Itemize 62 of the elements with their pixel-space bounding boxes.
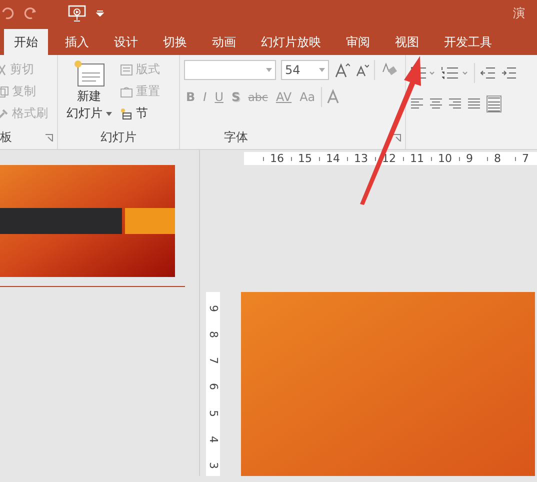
ruler-number: 14 [326,152,340,165]
reset-icon [120,86,133,98]
ruler-number: 9 [206,305,220,312]
ribbon-tab[interactable]: 切换 [155,29,195,55]
ribbon-tab[interactable]: 插入 [57,29,97,55]
ruler-number: 7 [206,357,220,364]
caret-icon [319,68,325,72]
ruler-number: 6 [206,383,220,390]
ribbon-tab[interactable]: 视图 [387,29,427,55]
ribbon-tab[interactable]: 审阅 [338,29,378,55]
scissors-icon [0,64,7,76]
dialog-launcher-icon[interactable] [393,134,401,142]
ruler-number: 9 [466,152,473,165]
font-name-field[interactable] [184,60,276,80]
new-slide-icon [72,60,106,88]
caret-icon [266,68,272,72]
ruler-number: 8 [206,331,220,338]
numbered-list-icon[interactable] [441,66,469,80]
slideshow-icon[interactable] [68,4,86,22]
new-slide-button[interactable]: 新建 幻灯片 [62,60,116,129]
layout-icon [120,64,133,76]
dialog-launcher-icon[interactable] [45,134,53,142]
ruler-number: 15 [298,152,312,165]
align-left-icon[interactable] [410,98,424,110]
ribbon-tab[interactable]: 开始 [4,29,48,55]
ruler-number: 4 [206,436,220,443]
font-size-field[interactable]: 54 [281,60,329,80]
slide-thumbnail[interactable] [0,165,175,277]
group-label: 字体 [224,129,248,146]
ribbon-tab[interactable]: 开发工具 [436,29,500,55]
font-color-icon[interactable] [326,89,340,105]
ruler-number: 8 [494,152,501,165]
ruler-number: 7 [522,152,529,165]
ruler-number: 5 [206,410,220,417]
ruler-number: 16 [270,152,284,165]
increase-indent-icon[interactable] [501,66,517,80]
redo-icon[interactable] [24,6,38,20]
ruler-number: 10 [438,152,452,165]
ruler-number: 13 [354,152,368,165]
group-label: 幻灯片 [100,129,136,146]
ribbon-tab[interactable]: 设计 [106,29,146,55]
caret-icon [106,112,112,116]
justify-icon[interactable] [467,98,481,110]
ruler-number: 3 [206,462,220,469]
brush-icon [0,108,9,120]
ribbon-tab[interactable]: 动画 [204,29,244,55]
grow-font-icon[interactable] [334,62,350,78]
undo-icon[interactable] [0,6,14,20]
distribute-icon[interactable] [486,95,502,113]
caret-icon[interactable] [96,9,104,17]
decrease-indent-icon[interactable] [480,66,496,80]
group-label: 板 [0,129,12,146]
align-center-icon[interactable] [429,98,443,110]
slide-option-button[interactable]: 节 [118,104,175,123]
clear-format-icon[interactable] [380,62,398,78]
window-title: 演 [513,4,525,22]
shrink-font-icon[interactable] [355,63,369,77]
ruler-number: 11 [410,152,424,165]
align-right-icon[interactable] [448,98,462,110]
section-icon [120,108,133,120]
ribbon-tab[interactable]: 幻灯片放映 [253,29,329,55]
copy-icon [0,86,9,98]
